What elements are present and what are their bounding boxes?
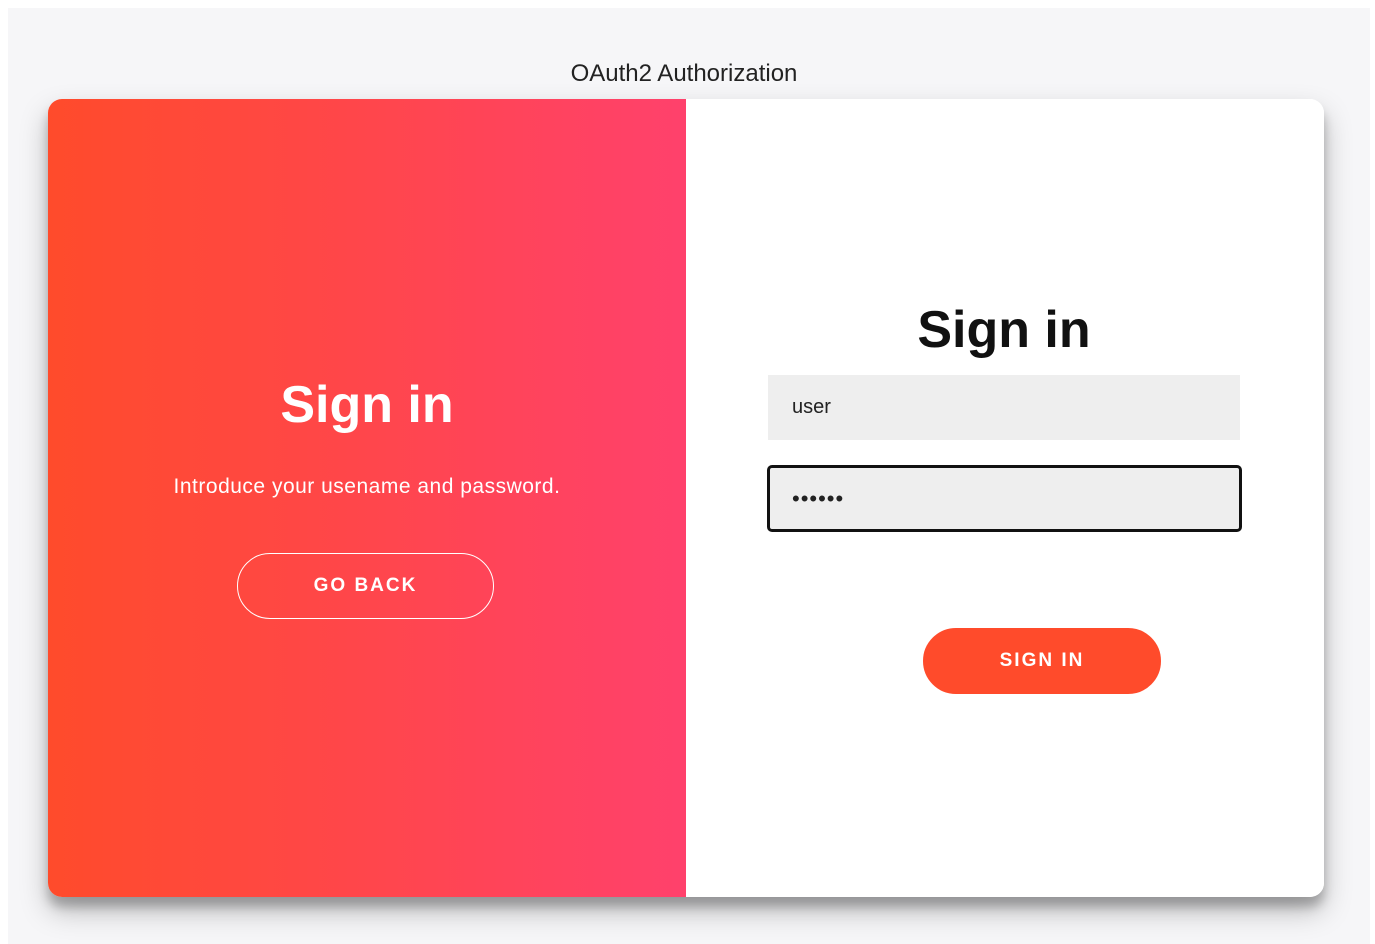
sign-in-form: Sign in SIGN IN	[686, 99, 1324, 897]
overlay-instructions: Introduce your usename and password.	[173, 475, 561, 498]
page-viewport: OAuth2 Authorization Sign in Introduce y…	[8, 8, 1370, 944]
page-title: OAuth2 Authorization	[570, 60, 798, 87]
sign-in-button[interactable]: SIGN IN	[923, 628, 1161, 694]
overlay-panel: Sign in Introduce your usename and passw…	[48, 99, 686, 897]
overlay-title: Sign in	[280, 376, 454, 434]
password-input[interactable]	[767, 465, 1242, 532]
go-back-button[interactable]: GO BACK	[237, 553, 494, 619]
auth-card: Sign in Introduce your usename and passw…	[48, 99, 1324, 897]
username-input[interactable]	[768, 375, 1240, 440]
form-title: Sign in	[917, 301, 1091, 359]
